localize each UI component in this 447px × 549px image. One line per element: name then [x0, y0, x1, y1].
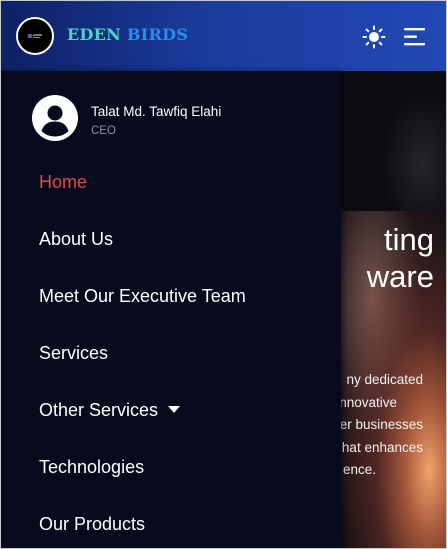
side-drawer: Talat Md. Tawfiq Elahi CEO Home About Us…: [1, 71, 341, 548]
nav-item-label: Home: [39, 172, 88, 192]
user-role: CEO: [91, 125, 116, 137]
nav-item-label: Other Services: [39, 400, 159, 420]
nav-item-services[interactable]: Services: [1, 325, 341, 382]
brand-name-part1: EDEN: [67, 25, 122, 44]
caret-down-icon: [168, 405, 181, 413]
brand-name-part2: BIRDS: [126, 25, 189, 44]
nav-item-about-us[interactable]: About Us: [1, 211, 341, 268]
menu-lines-icon[interactable]: [403, 26, 427, 48]
user-avatar-icon: [32, 95, 78, 141]
nav-item-technologies[interactable]: Technologies: [1, 439, 341, 496]
nav-item-label: Meet Our Executive Team: [39, 286, 246, 306]
hero-background-highlight: [381, 91, 446, 211]
nav-item-label: About Us: [39, 229, 114, 249]
top-navbar: EDEN BIRDS: [1, 1, 446, 71]
nav-item-label: Our Products: [39, 514, 146, 534]
nav-item-label: Technologies: [39, 457, 145, 477]
brand-name[interactable]: EDEN BIRDS: [67, 25, 188, 44]
page: ting ware ny dedicated nnovative er busi…: [0, 0, 447, 549]
nav-item-other-services[interactable]: Other Services: [1, 382, 341, 439]
drawer-nav: Home About Us Meet Our Executive Team Se…: [1, 154, 341, 548]
sun-icon[interactable]: [362, 25, 386, 49]
nav-item-executive-team[interactable]: Meet Our Executive Team: [1, 268, 341, 325]
nav-item-our-products[interactable]: Our Products: [1, 496, 341, 548]
logo-icon[interactable]: [16, 17, 54, 55]
user-name: Talat Md. Tawfiq Elahi: [91, 104, 222, 119]
nav-item-home[interactable]: Home: [1, 154, 341, 211]
nav-item-label: Services: [39, 343, 109, 363]
